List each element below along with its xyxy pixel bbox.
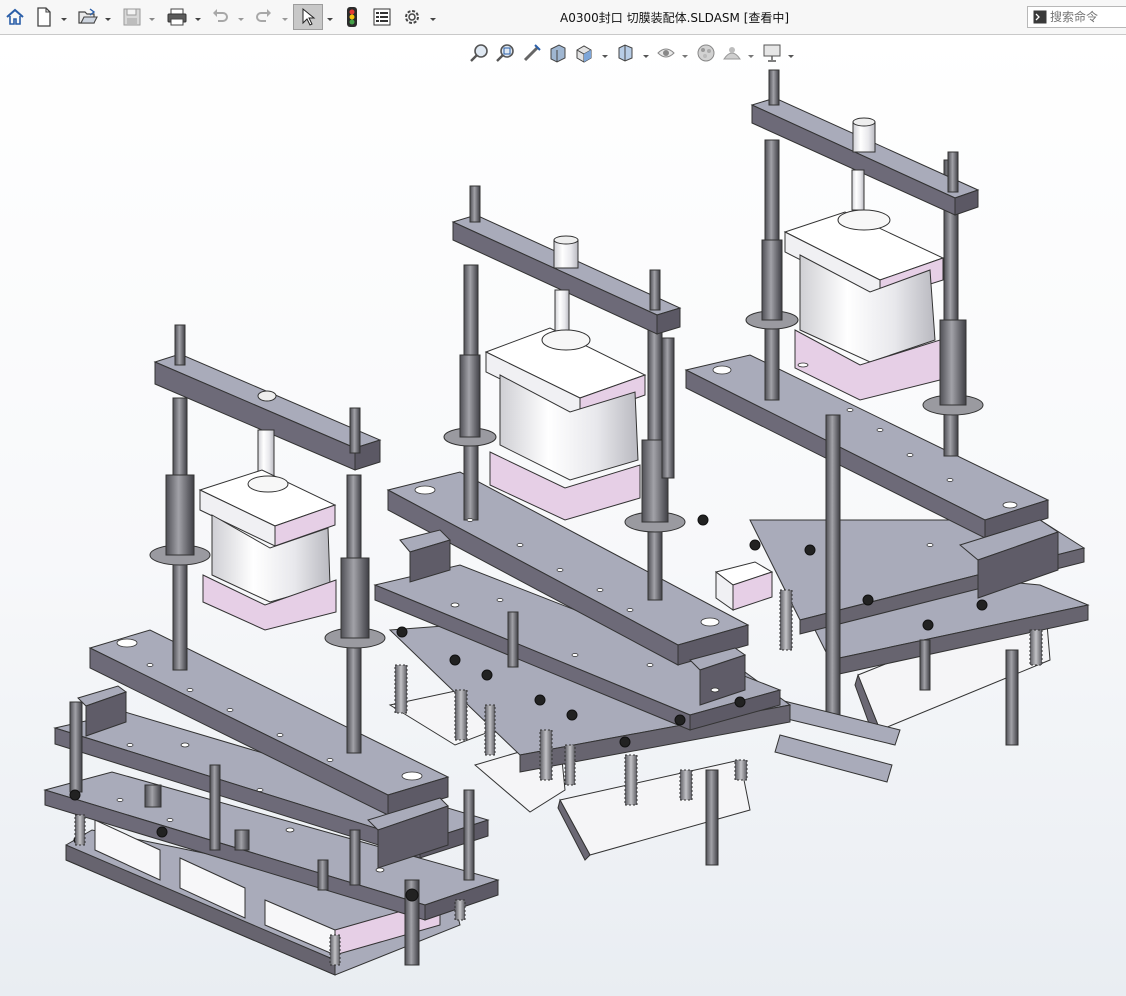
print-dropdown-chevron-icon[interactable] bbox=[194, 10, 202, 22]
print-icon[interactable] bbox=[164, 5, 190, 29]
options-dropdown-chevron-icon[interactable] bbox=[429, 10, 437, 22]
select-cursor-icon[interactable] bbox=[293, 4, 323, 30]
undo-dropdown-chevron-icon[interactable] bbox=[237, 10, 245, 22]
command-prompt-icon bbox=[1033, 10, 1047, 24]
file-properties-icon[interactable] bbox=[370, 5, 394, 29]
undo-icon[interactable] bbox=[208, 5, 232, 29]
select-dropdown-chevron-icon[interactable] bbox=[326, 10, 334, 22]
new-document-icon[interactable] bbox=[32, 5, 56, 29]
open-dropdown-chevron-icon[interactable] bbox=[104, 10, 112, 22]
rebuild-traffic-light-icon[interactable] bbox=[341, 5, 363, 29]
new-dropdown-chevron-icon[interactable] bbox=[60, 10, 68, 22]
redo-icon[interactable] bbox=[252, 5, 276, 29]
assembly-model-render[interactable] bbox=[0, 35, 1126, 996]
save-dropdown-chevron-icon[interactable] bbox=[148, 10, 156, 22]
search-command-box[interactable] bbox=[1027, 6, 1126, 28]
graphics-area[interactable] bbox=[0, 35, 1126, 996]
title-bar: A0300封口 切膜装配体.SLDASM [查看中] bbox=[0, 0, 1126, 35]
open-folder-icon[interactable] bbox=[75, 5, 101, 29]
save-icon[interactable] bbox=[120, 5, 144, 29]
search-input[interactable] bbox=[1047, 10, 1120, 24]
options-gear-icon[interactable] bbox=[400, 5, 424, 29]
window-title: A0300封口 切膜装配体.SLDASM [查看中] bbox=[560, 11, 790, 25]
redo-dropdown-chevron-icon[interactable] bbox=[281, 10, 289, 22]
home-icon[interactable] bbox=[3, 5, 27, 29]
